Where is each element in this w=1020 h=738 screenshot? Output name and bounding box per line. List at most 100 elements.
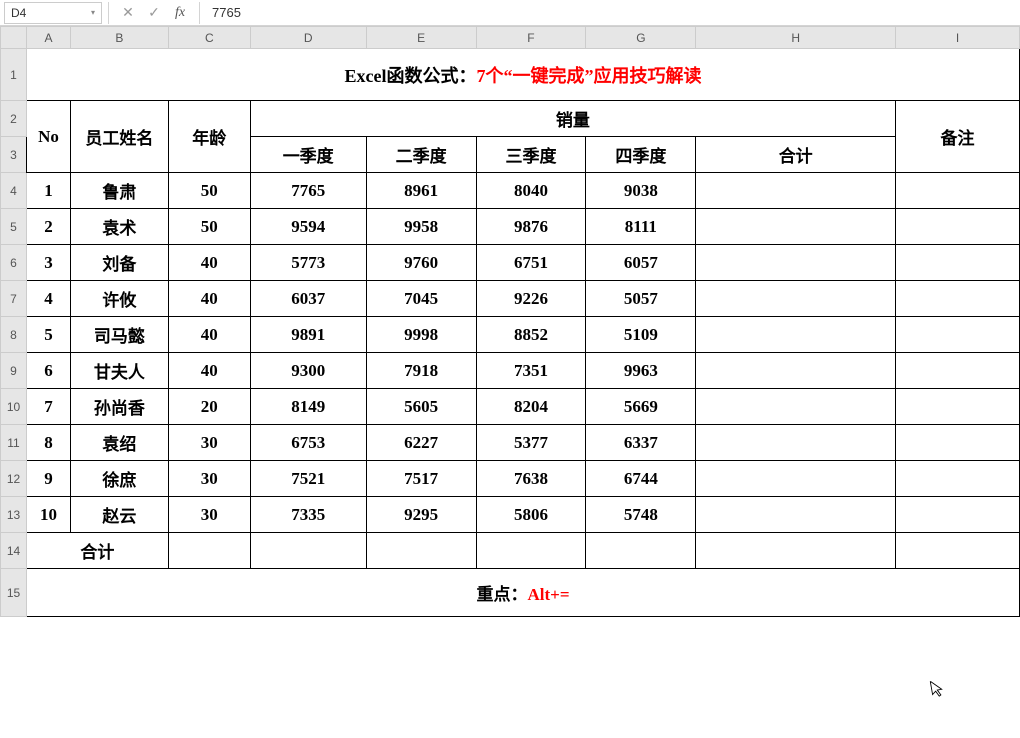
header-q1[interactable]: 一季度 bbox=[250, 137, 366, 173]
cell-q4[interactable]: 9038 bbox=[586, 173, 696, 209]
cell-name[interactable]: 孙尚香 bbox=[70, 389, 168, 425]
name-box-dropdown-icon[interactable]: ▾ bbox=[91, 8, 95, 17]
cell-age[interactable]: 40 bbox=[168, 317, 250, 353]
cell-q4[interactable]: 9963 bbox=[586, 353, 696, 389]
cell-q4[interactable]: 5109 bbox=[586, 317, 696, 353]
footer-remark[interactable] bbox=[896, 533, 1020, 569]
cell-total[interactable] bbox=[696, 353, 896, 389]
col-header-G[interactable]: G bbox=[586, 27, 696, 49]
cell-no[interactable]: 1 bbox=[26, 173, 70, 209]
cell-age[interactable]: 50 bbox=[168, 173, 250, 209]
row-header-8[interactable]: 8 bbox=[1, 317, 27, 353]
cell-q3[interactable]: 6751 bbox=[476, 245, 586, 281]
cell-age[interactable]: 20 bbox=[168, 389, 250, 425]
cell-q4[interactable]: 8111 bbox=[586, 209, 696, 245]
cell-q3[interactable]: 8040 bbox=[476, 173, 586, 209]
header-name[interactable]: 员工姓名 bbox=[70, 101, 168, 173]
cell-no[interactable]: 3 bbox=[26, 245, 70, 281]
col-header-H[interactable]: H bbox=[696, 27, 896, 49]
cell-total[interactable] bbox=[696, 425, 896, 461]
cell-q1[interactable]: 9891 bbox=[250, 317, 366, 353]
name-box[interactable]: D4 ▾ bbox=[4, 2, 102, 24]
cell-total[interactable] bbox=[696, 209, 896, 245]
cell-remark[interactable] bbox=[896, 317, 1020, 353]
cell-q3[interactable]: 5806 bbox=[476, 497, 586, 533]
cell-q3[interactable]: 8204 bbox=[476, 389, 586, 425]
col-header-C[interactable]: C bbox=[168, 27, 250, 49]
header-sales[interactable]: 销量 bbox=[250, 101, 895, 137]
cell-q1[interactable]: 8149 bbox=[250, 389, 366, 425]
cell-q2[interactable]: 7517 bbox=[366, 461, 476, 497]
row-header-15[interactable]: 15 bbox=[1, 569, 27, 617]
cell-remark[interactable] bbox=[896, 353, 1020, 389]
cell-total[interactable] bbox=[696, 317, 896, 353]
row-header-11[interactable]: 11 bbox=[1, 425, 27, 461]
header-q4[interactable]: 四季度 bbox=[586, 137, 696, 173]
row-header-6[interactable]: 6 bbox=[1, 245, 27, 281]
cell-total[interactable] bbox=[696, 173, 896, 209]
cell-no[interactable]: 2 bbox=[26, 209, 70, 245]
cell-name[interactable]: 袁术 bbox=[70, 209, 168, 245]
row-header-2[interactable]: 2 bbox=[1, 101, 27, 137]
fx-icon[interactable]: fx bbox=[171, 5, 189, 21]
cell-remark[interactable] bbox=[896, 425, 1020, 461]
header-q2[interactable]: 二季度 bbox=[366, 137, 476, 173]
cell-no[interactable]: 6 bbox=[26, 353, 70, 389]
cell-remark[interactable] bbox=[896, 281, 1020, 317]
cell-q1[interactable]: 9300 bbox=[250, 353, 366, 389]
row-header-4[interactable]: 4 bbox=[1, 173, 27, 209]
cell-q4[interactable]: 6337 bbox=[586, 425, 696, 461]
cell-name[interactable]: 刘备 bbox=[70, 245, 168, 281]
footer-total[interactable] bbox=[696, 533, 896, 569]
cell-total[interactable] bbox=[696, 497, 896, 533]
cell-q1[interactable]: 9594 bbox=[250, 209, 366, 245]
cell-q1[interactable]: 5773 bbox=[250, 245, 366, 281]
cell-age[interactable]: 40 bbox=[168, 245, 250, 281]
footer-age[interactable] bbox=[168, 533, 250, 569]
confirm-icon[interactable]: ✓ bbox=[145, 4, 163, 21]
cell-q1[interactable]: 7335 bbox=[250, 497, 366, 533]
header-q3[interactable]: 三季度 bbox=[476, 137, 586, 173]
cell-remark[interactable] bbox=[896, 389, 1020, 425]
row-header-7[interactable]: 7 bbox=[1, 281, 27, 317]
cell-q1[interactable]: 7765 bbox=[250, 173, 366, 209]
cell-q3[interactable]: 8852 bbox=[476, 317, 586, 353]
row-header-1[interactable]: 1 bbox=[1, 49, 27, 101]
cell-q4[interactable]: 6057 bbox=[586, 245, 696, 281]
row-header-10[interactable]: 10 bbox=[1, 389, 27, 425]
header-no[interactable]: No bbox=[26, 101, 70, 173]
footer-q2[interactable] bbox=[366, 533, 476, 569]
cell-q1[interactable]: 6037 bbox=[250, 281, 366, 317]
cell-name[interactable]: 徐庶 bbox=[70, 461, 168, 497]
cell-name[interactable]: 许攸 bbox=[70, 281, 168, 317]
cell-no[interactable]: 7 bbox=[26, 389, 70, 425]
cell-remark[interactable] bbox=[896, 461, 1020, 497]
cell-q3[interactable]: 9226 bbox=[476, 281, 586, 317]
footer-q4[interactable] bbox=[586, 533, 696, 569]
cell-q3[interactable]: 7638 bbox=[476, 461, 586, 497]
col-header-E[interactable]: E bbox=[366, 27, 476, 49]
cancel-icon[interactable]: ✕ bbox=[119, 4, 137, 21]
footer-total-label[interactable]: 合计 bbox=[26, 533, 168, 569]
row-header-3[interactable]: 3 bbox=[1, 137, 27, 173]
footer-q3[interactable] bbox=[476, 533, 586, 569]
cell-no[interactable]: 8 bbox=[26, 425, 70, 461]
cell-remark[interactable] bbox=[896, 173, 1020, 209]
cell-q2[interactable]: 7045 bbox=[366, 281, 476, 317]
cell-q2[interactable]: 8961 bbox=[366, 173, 476, 209]
row-header-13[interactable]: 13 bbox=[1, 497, 27, 533]
header-total[interactable]: 合计 bbox=[696, 137, 896, 173]
cell-q3[interactable]: 9876 bbox=[476, 209, 586, 245]
select-all-corner[interactable] bbox=[1, 27, 27, 49]
cell-remark[interactable] bbox=[896, 497, 1020, 533]
cell-q4[interactable]: 5057 bbox=[586, 281, 696, 317]
cell-q2[interactable]: 9760 bbox=[366, 245, 476, 281]
cell-age[interactable]: 50 bbox=[168, 209, 250, 245]
header-remark[interactable]: 备注 bbox=[896, 101, 1020, 173]
cell-q4[interactable]: 5669 bbox=[586, 389, 696, 425]
cell-remark[interactable] bbox=[896, 245, 1020, 281]
cell-name[interactable]: 袁绍 bbox=[70, 425, 168, 461]
cell-age[interactable]: 40 bbox=[168, 281, 250, 317]
cell-no[interactable]: 9 bbox=[26, 461, 70, 497]
footer-q1[interactable] bbox=[250, 533, 366, 569]
